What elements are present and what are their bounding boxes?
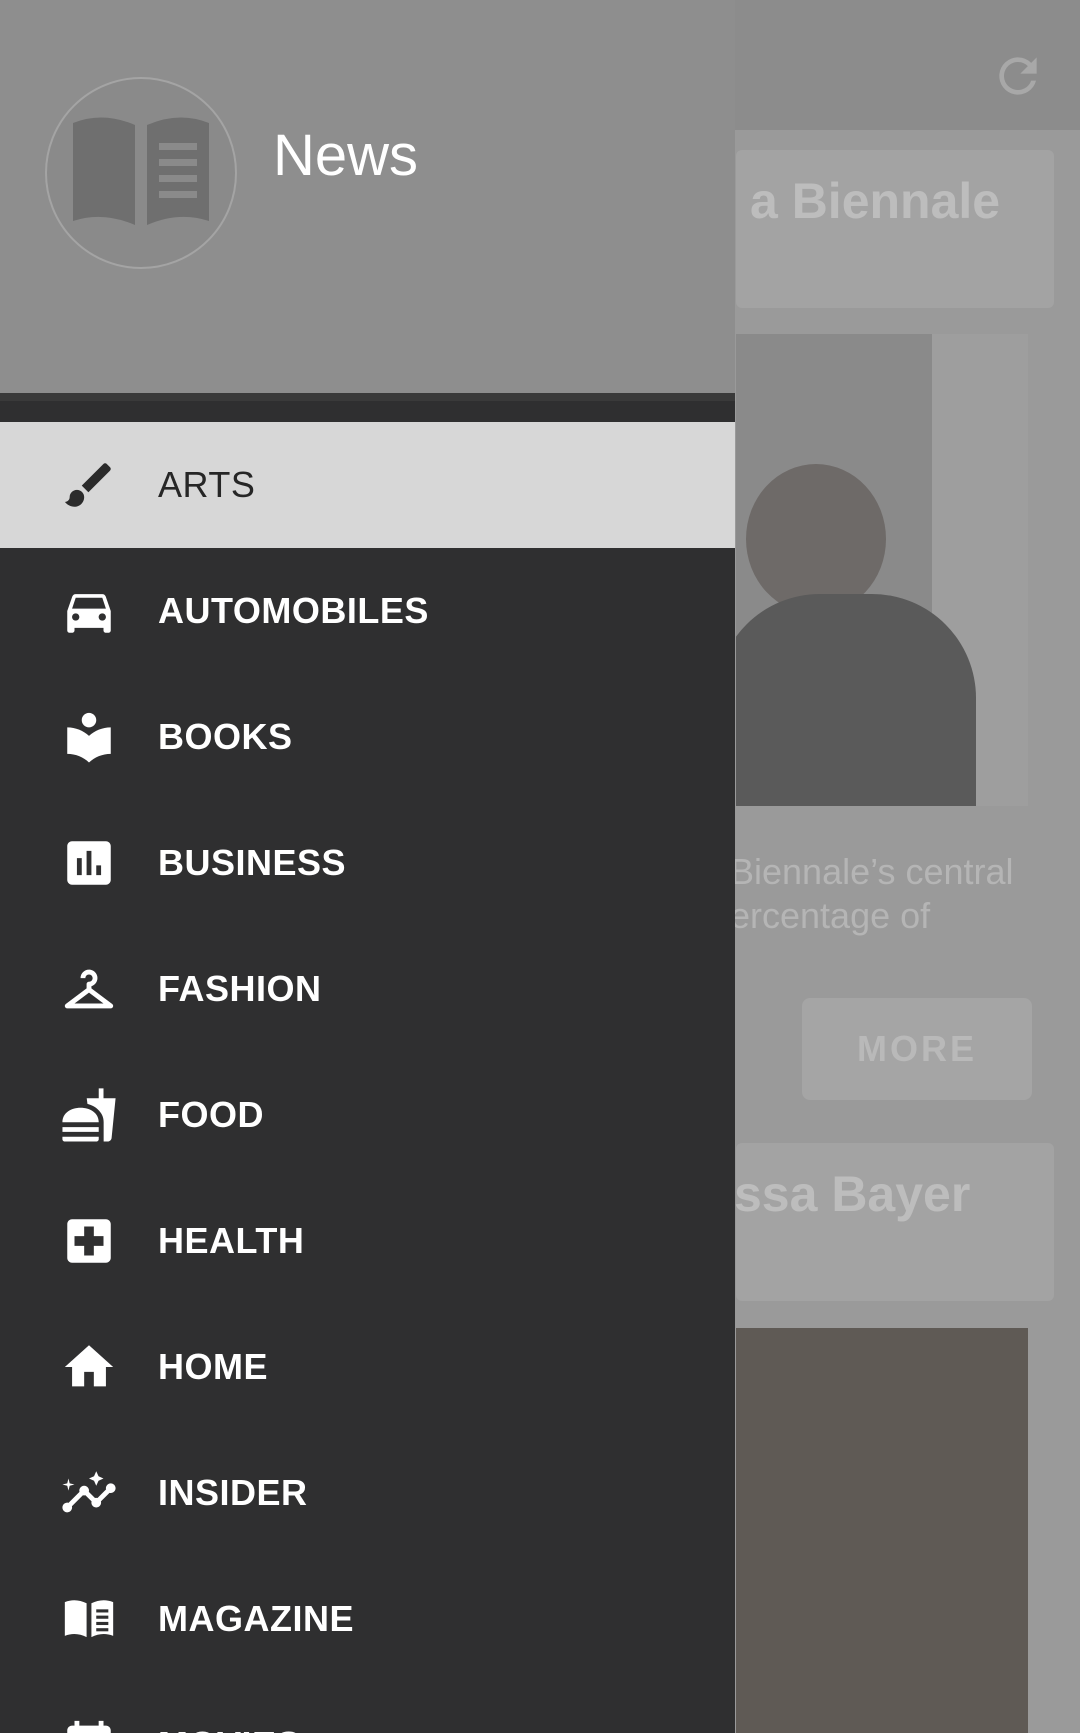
drawer-item-label: INSIDER	[158, 1472, 308, 1513]
drawer-item-arts[interactable]: ARTS	[0, 422, 735, 548]
drawer-item-label: BUSINESS	[158, 842, 347, 883]
drawer-item-label: HEALTH	[158, 1220, 305, 1261]
drawer-item-magazine[interactable]: MAGAZINE	[0, 1556, 735, 1682]
drawer-item-fashion[interactable]: FASHION	[0, 926, 735, 1052]
calendar-icon	[58, 1714, 120, 1733]
drawer-item-automobiles[interactable]: AUTOMOBILES	[0, 548, 735, 674]
article-card-title[interactable]: a Biennale	[736, 150, 1054, 308]
app-logo	[45, 77, 237, 269]
book-icon	[73, 117, 209, 225]
bar-chart-icon	[58, 832, 120, 894]
drawer-menu: ARTS AUTOMOBILES BOOKS BUSINESS FASHION	[0, 422, 735, 1733]
drawer-item-business[interactable]: BUSINESS	[0, 800, 735, 926]
refresh-icon[interactable]	[990, 48, 1046, 104]
home-icon	[58, 1336, 120, 1398]
article-snippet: Biennale’s central ercentage of	[730, 851, 1014, 936]
drawer-item-label: BOOKS	[158, 716, 293, 757]
hanger-icon	[58, 958, 120, 1020]
article-image[interactable]	[736, 1328, 1028, 1733]
car-icon	[58, 580, 120, 642]
medical-cross-icon	[58, 1210, 120, 1272]
article-title: ssa Bayer	[734, 1166, 971, 1222]
drawer-item-label: FOOD	[158, 1094, 264, 1135]
article-title: a Biennale	[750, 173, 1001, 229]
magazine-icon	[58, 1588, 120, 1650]
drawer-item-label: AUTOMOBILES	[158, 590, 429, 631]
app-title: News	[273, 123, 419, 188]
drawer-item-health[interactable]: HEALTH	[0, 1178, 735, 1304]
article-card-title[interactable]: ssa Bayer	[734, 1143, 1054, 1301]
drawer-header: News	[0, 0, 735, 401]
article-image[interactable]	[736, 334, 1028, 806]
drawer-item-label: FASHION	[158, 968, 322, 1009]
drawer-item-home[interactable]: HOME	[0, 1304, 735, 1430]
drawer-item-books[interactable]: BOOKS	[0, 674, 735, 800]
drawer-item-insider[interactable]: INSIDER	[0, 1430, 735, 1556]
navigation-drawer: News ARTS AUTOMOBILES BOOKS BUSINESS FAS…	[0, 0, 735, 1733]
more-button[interactable]: MORE	[802, 998, 1032, 1100]
drawer-item-label: MAGAZINE	[158, 1598, 354, 1639]
drawer-item-movies[interactable]: MOVIES	[0, 1682, 735, 1733]
brush-icon	[58, 454, 120, 516]
drawer-item-label: MOVIES	[158, 1724, 301, 1733]
drawer-item-label: ARTS	[158, 464, 256, 505]
drawer-item-food[interactable]: FOOD	[0, 1052, 735, 1178]
reader-icon	[58, 706, 120, 768]
insights-icon	[58, 1462, 120, 1524]
drawer-item-label: HOME	[158, 1346, 268, 1387]
fastfood-icon	[58, 1084, 120, 1146]
